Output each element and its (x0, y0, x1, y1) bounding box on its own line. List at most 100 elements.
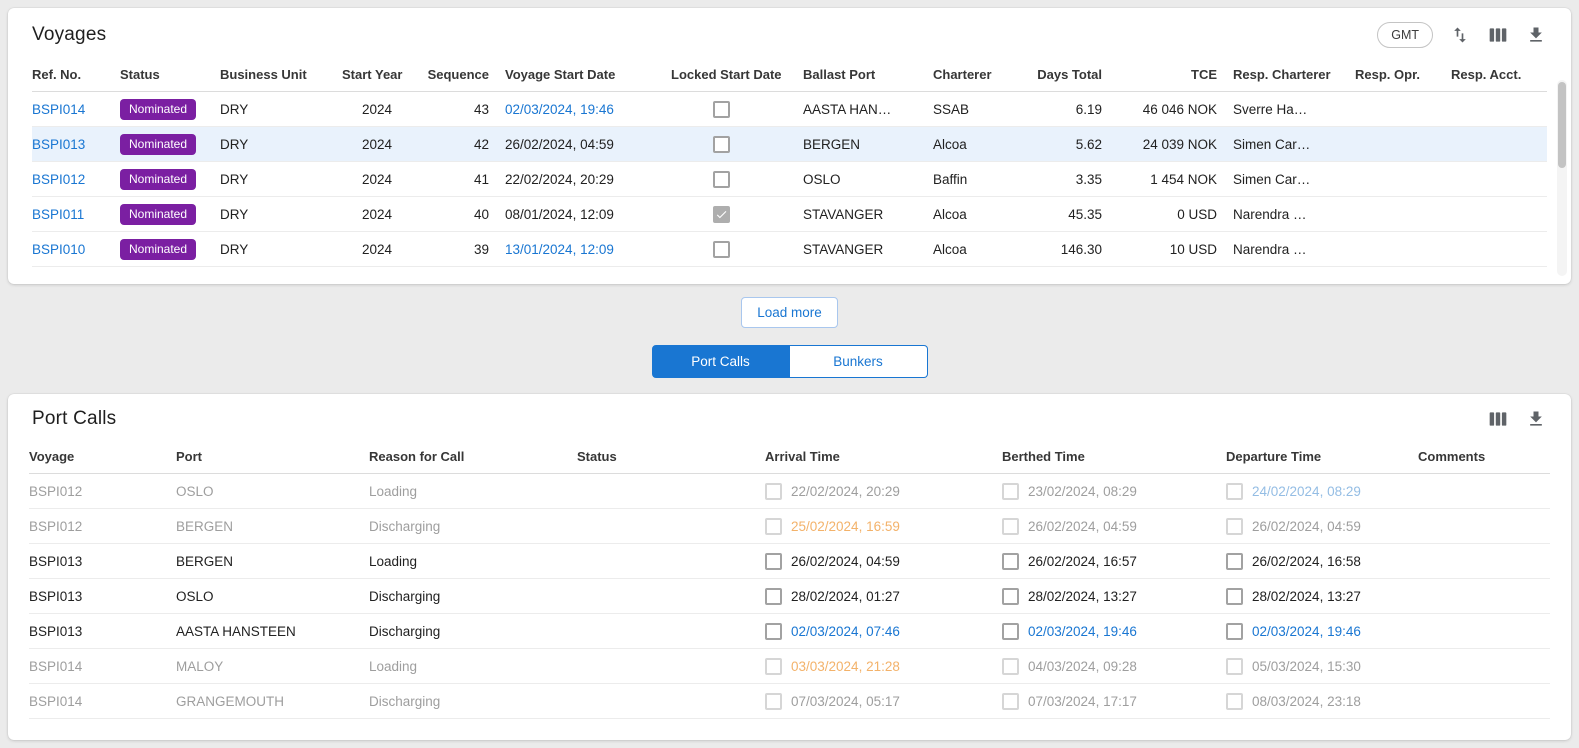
port-calls-column-header-berthed[interactable]: Berthed Time (1002, 440, 1226, 474)
berthed-time-checkbox[interactable] (1002, 518, 1019, 535)
cell-reason: Discharging (369, 579, 577, 614)
locked-start-date-checkbox[interactable] (713, 241, 730, 258)
cell-voyage: BSPI014 (29, 684, 176, 719)
voyages-column-header-voyage_start_date[interactable]: Voyage Start Date (505, 58, 671, 92)
voyages-column-header-resp_charterer[interactable]: Resp. Charterer (1233, 58, 1355, 92)
arrival-time-checkbox[interactable] (765, 518, 782, 535)
gmt-toggle-button[interactable]: GMT (1377, 22, 1433, 48)
cell-status: Nominated (120, 92, 220, 127)
cell-charterer: Baffin (933, 162, 1033, 197)
cell-berthed: 04/03/2024, 09:28 (1002, 649, 1226, 684)
port-call-row[interactable]: BSPI013OSLODischarging28/02/2024, 01:272… (29, 579, 1550, 614)
voyage-ref-link[interactable]: BSPI013 (32, 137, 85, 152)
departure-time-checkbox[interactable] (1226, 483, 1243, 500)
port-calls-column-header-port[interactable]: Port (176, 440, 369, 474)
voyages-column-header-locked_start_date[interactable]: Locked Start Date (671, 58, 803, 92)
voyages-column-header-sequence[interactable]: Sequence (408, 58, 505, 92)
voyages-column-header-business_unit[interactable]: Business Unit (220, 58, 342, 92)
port-calls-column-header-reason[interactable]: Reason for Call (369, 440, 577, 474)
locked-start-date-checkbox[interactable] (713, 206, 730, 223)
voyage-ref-link[interactable]: BSPI011 (32, 207, 84, 222)
load-more-button[interactable]: Load more (741, 297, 838, 328)
sort-icon[interactable] (1449, 24, 1471, 46)
voyages-column-header-charterer[interactable]: Charterer (933, 58, 1033, 92)
arrival-time-value: 28/02/2024, 01:27 (791, 589, 900, 604)
load-more-wrap: Load more (8, 297, 1571, 328)
voyages-column-header-start_year[interactable]: Start Year (342, 58, 408, 92)
cell-arrival: 03/03/2024, 21:28 (765, 649, 1002, 684)
port-calls-column-header-voyage[interactable]: Voyage (29, 440, 176, 474)
port-call-row[interactable]: BSPI013BERGENLoading26/02/2024, 04:5926/… (29, 544, 1550, 579)
berthed-time-checkbox[interactable] (1002, 588, 1019, 605)
voyage-ref-link[interactable]: BSPI012 (32, 172, 85, 187)
cell-comments (1418, 649, 1550, 684)
cell-days_total: 5.62 (1033, 127, 1118, 162)
berthed-time-value: 28/02/2024, 13:27 (1028, 589, 1137, 604)
departure-time-checkbox[interactable] (1226, 693, 1243, 710)
cell-sequence: 40 (408, 197, 505, 232)
download-icon[interactable] (1525, 24, 1547, 46)
locked-start-date-checkbox[interactable] (713, 101, 730, 118)
arrival-time-checkbox[interactable] (765, 658, 782, 675)
voyages-column-header-status[interactable]: Status (120, 58, 220, 92)
arrival-time-value: 02/03/2024, 07:46 (791, 624, 900, 639)
locked-start-date-checkbox[interactable] (713, 136, 730, 153)
arrival-time-checkbox[interactable] (765, 483, 782, 500)
arrival-time-checkbox[interactable] (765, 588, 782, 605)
voyage-row[interactable]: BSPI012NominatedDRY20244122/02/2024, 20:… (32, 162, 1547, 197)
columns-icon[interactable] (1487, 408, 1509, 430)
berthed-time-checkbox[interactable] (1002, 658, 1019, 675)
departure-time-checkbox[interactable] (1226, 553, 1243, 570)
voyage-row[interactable]: BSPI014NominatedDRY20244302/03/2024, 19:… (32, 92, 1547, 127)
voyages-column-header-ref[interactable]: Ref. No. (32, 58, 120, 92)
port-calls-column-header-status[interactable]: Status (577, 440, 765, 474)
port-calls-column-header-arrival[interactable]: Arrival Time (765, 440, 1002, 474)
voyages-column-header-ballast_port[interactable]: Ballast Port (803, 58, 933, 92)
berthed-time-checkbox[interactable] (1002, 693, 1019, 710)
arrival-time-checkbox[interactable] (765, 553, 782, 570)
port-call-row[interactable]: BSPI014MALOYLoading03/03/2024, 21:2804/0… (29, 649, 1550, 684)
cell-berthed: 26/02/2024, 16:57 (1002, 544, 1226, 579)
voyages-column-header-resp_opr[interactable]: Resp. Opr. (1355, 58, 1451, 92)
tab-port-calls[interactable]: Port Calls (652, 345, 790, 378)
port-call-row[interactable]: BSPI012OSLOLoading22/02/2024, 20:2923/02… (29, 474, 1550, 509)
port-call-row[interactable]: BSPI013AASTA HANSTEENDischarging02/03/20… (29, 614, 1550, 649)
port-calls-column-header-departure[interactable]: Departure Time (1226, 440, 1418, 474)
port-call-row[interactable]: BSPI012BERGENDischarging25/02/2024, 16:5… (29, 509, 1550, 544)
port-calls-column-header-comments[interactable]: Comments (1418, 440, 1550, 474)
cell-port: OSLO (176, 474, 369, 509)
departure-time-checkbox[interactable] (1226, 518, 1243, 535)
voyages-scrollbar[interactable] (1557, 80, 1567, 276)
voyage-ref-link[interactable]: BSPI010 (32, 242, 85, 257)
departure-time-checkbox[interactable] (1226, 623, 1243, 640)
port-call-row[interactable]: BSPI014GRANGEMOUTHDischarging07/03/2024,… (29, 684, 1550, 719)
arrival-time-checkbox[interactable] (765, 693, 782, 710)
cell-berthed: 28/02/2024, 13:27 (1002, 579, 1226, 614)
voyages-column-header-tce[interactable]: TCE (1118, 58, 1233, 92)
cell-business_unit: DRY (220, 232, 342, 267)
columns-icon[interactable] (1487, 24, 1509, 46)
arrival-time-checkbox[interactable] (765, 623, 782, 640)
berthed-time-checkbox[interactable] (1002, 623, 1019, 640)
download-icon[interactable] (1525, 408, 1547, 430)
voyages-column-header-resp_acct[interactable]: Resp. Acct. (1451, 58, 1547, 92)
cell-charterer: Alcoa (933, 197, 1033, 232)
voyage-row[interactable]: BSPI013NominatedDRY20244226/02/2024, 04:… (32, 127, 1547, 162)
voyage-row[interactable]: BSPI011NominatedDRY20244008/01/2024, 12:… (32, 197, 1547, 232)
cell-voyage: BSPI013 (29, 614, 176, 649)
cell-comments (1418, 509, 1550, 544)
departure-time-checkbox[interactable] (1226, 588, 1243, 605)
cell-voyage_start_date: 26/02/2024, 04:59 (505, 127, 671, 162)
voyage-ref-link[interactable]: BSPI014 (32, 102, 85, 117)
berthed-time-checkbox[interactable] (1002, 483, 1019, 500)
voyage-row[interactable]: BSPI010NominatedDRY20243913/01/2024, 12:… (32, 232, 1547, 267)
cell-reason: Loading (369, 544, 577, 579)
tab-bunkers[interactable]: Bunkers (790, 345, 928, 378)
berthed-time-checkbox[interactable] (1002, 553, 1019, 570)
voyages-scrollbar-thumb[interactable] (1558, 82, 1566, 168)
locked-start-date-checkbox[interactable] (713, 171, 730, 188)
cell-reason: Discharging (369, 509, 577, 544)
cell-status: Nominated (120, 127, 220, 162)
voyages-column-header-days_total[interactable]: Days Total (1033, 58, 1118, 92)
departure-time-checkbox[interactable] (1226, 658, 1243, 675)
